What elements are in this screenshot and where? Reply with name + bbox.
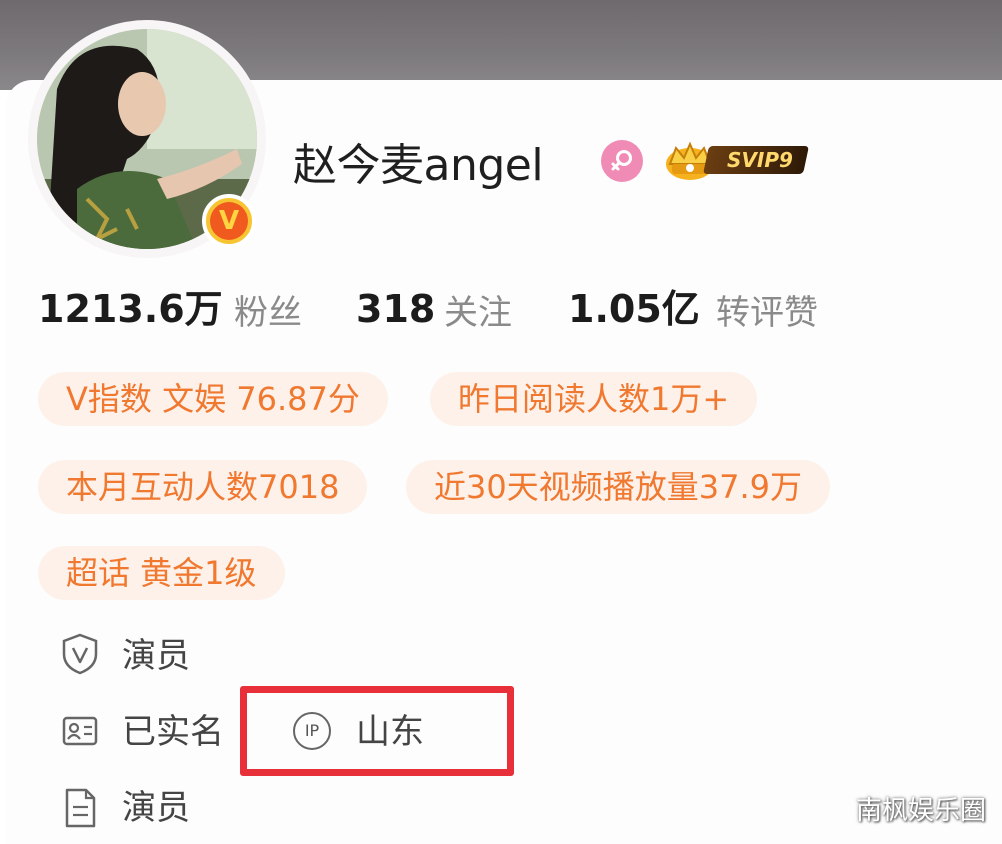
tag-super-topic[interactable]: 超话 黄金1级	[38, 546, 285, 600]
tag-v-index[interactable]: V指数 文娱 76.87分	[38, 372, 388, 426]
tag-monthly-interactions[interactable]: 本月互动人数7018	[38, 460, 368, 514]
following-label[interactable]: 关注	[444, 288, 512, 338]
tag-video-plays[interactable]: 近30天视频播放量37.9万	[406, 460, 830, 514]
id-card-icon	[62, 716, 98, 746]
occupation-text: 演员	[122, 636, 190, 676]
likes-count[interactable]: 1.05亿	[568, 284, 700, 334]
tag-daily-readers[interactable]: 昨日阅读人数1万+	[430, 372, 758, 426]
verified-badge: V	[202, 194, 256, 248]
watermark: 南枫娱乐圈	[855, 796, 986, 826]
document-icon	[65, 788, 96, 828]
bio-text: 演员	[122, 788, 190, 828]
verified-v-icon: V	[210, 202, 248, 240]
shield-icon	[62, 633, 98, 675]
profile-username: 赵今麦angel	[293, 140, 544, 191]
likes-label[interactable]: 转评赞	[716, 288, 818, 338]
svip-level-text: SVIP9	[727, 148, 793, 172]
following-count[interactable]: 318	[356, 284, 435, 334]
female-icon	[601, 140, 643, 182]
followers-count[interactable]: 1213.6万	[38, 284, 223, 334]
svip-badge[interactable]: SVIP9	[660, 138, 816, 184]
ip-highlight-box	[240, 686, 514, 776]
followers-label[interactable]: 粉丝	[234, 288, 302, 338]
real-name-status: 已实名	[122, 712, 224, 752]
